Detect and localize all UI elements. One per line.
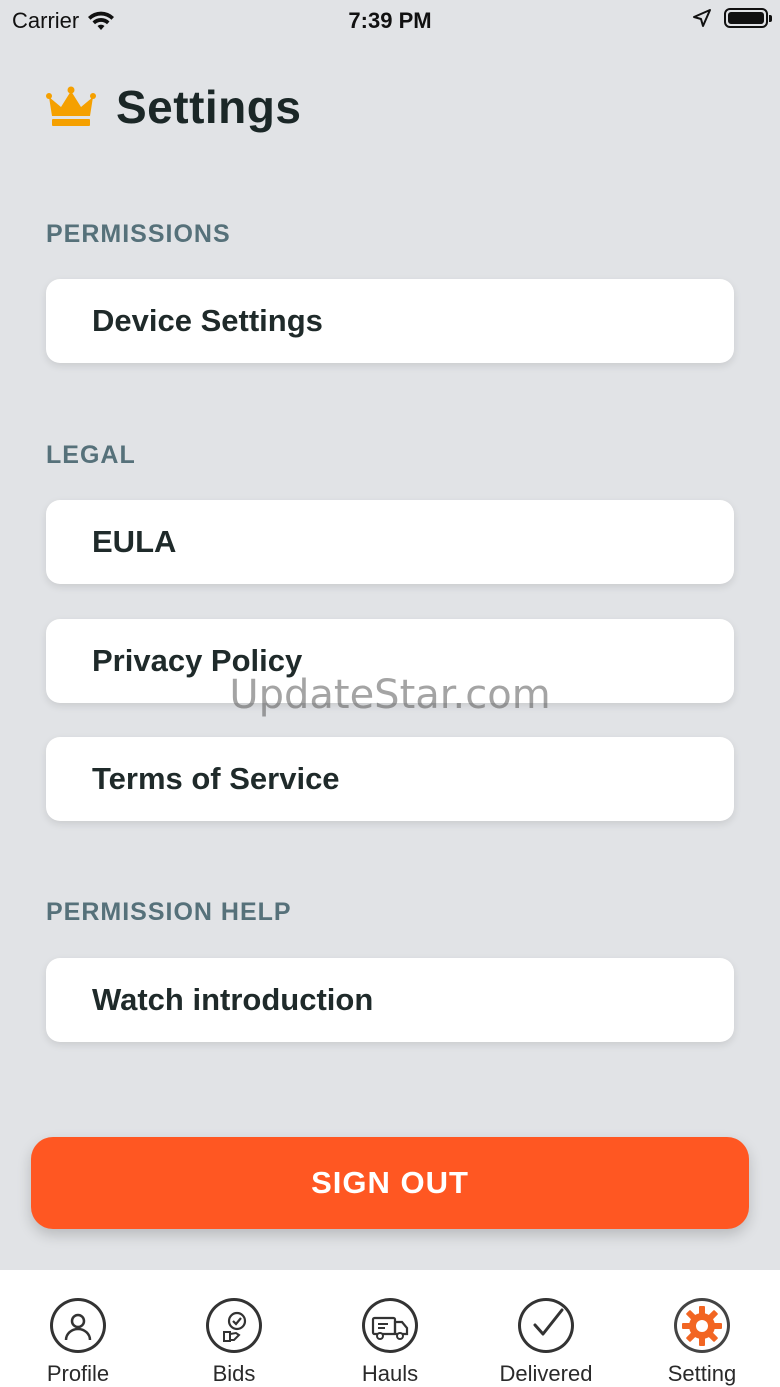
gear-icon [674, 1298, 730, 1353]
bids-icon [206, 1298, 262, 1353]
section-label-legal: LEGAL [46, 441, 136, 469]
row-label: Privacy Policy [92, 643, 303, 678]
tab-label: Hauls [361, 1361, 419, 1386]
status-time: 7:39 PM [348, 8, 432, 33]
check-icon [518, 1298, 574, 1353]
device-settings-row[interactable]: Device Settings [46, 279, 734, 363]
tab-profile[interactable]: Profile [0, 1270, 156, 1387]
section-label-permissions: PERMISSIONS [46, 220, 231, 248]
truck-icon [362, 1298, 418, 1353]
eula-row[interactable]: EULA [46, 500, 734, 584]
status-bar: Carrier 7:39 PM [0, 0, 780, 40]
row-label: Terms of Service [92, 761, 340, 796]
row-label: Watch introduction [92, 982, 374, 1017]
page-header: Settings [46, 80, 301, 134]
user-icon [50, 1298, 106, 1353]
row-label: Device Settings [92, 303, 323, 338]
page-title: Settings [116, 81, 302, 133]
crown-icon [46, 86, 96, 126]
tab-setting[interactable]: Setting [624, 1270, 780, 1387]
row-label: EULA [92, 524, 177, 559]
status-right [692, 8, 772, 28]
section-label-permission-help: PERMISSION HELP [46, 898, 292, 926]
location-arrow-icon [693, 9, 711, 27]
tab-label: Setting [667, 1361, 737, 1386]
privacy-policy-row[interactable]: Privacy Policy [46, 619, 734, 703]
tab-label: Bids [212, 1361, 256, 1386]
tab-bar: Profile Bids Hauls Delivered Setting [0, 1270, 780, 1387]
tab-delivered[interactable]: Delivered [468, 1270, 624, 1387]
tab-bids[interactable]: Bids [156, 1270, 312, 1387]
terms-of-service-row[interactable]: Terms of Service [46, 737, 734, 821]
tab-label: Profile [46, 1361, 110, 1386]
tab-label: Delivered [499, 1361, 593, 1386]
battery-icon [724, 8, 772, 28]
watch-introduction-row[interactable]: Watch introduction [46, 958, 734, 1042]
sign-out-button[interactable]: SIGN OUT [31, 1137, 749, 1229]
tab-hauls[interactable]: Hauls [312, 1270, 468, 1387]
